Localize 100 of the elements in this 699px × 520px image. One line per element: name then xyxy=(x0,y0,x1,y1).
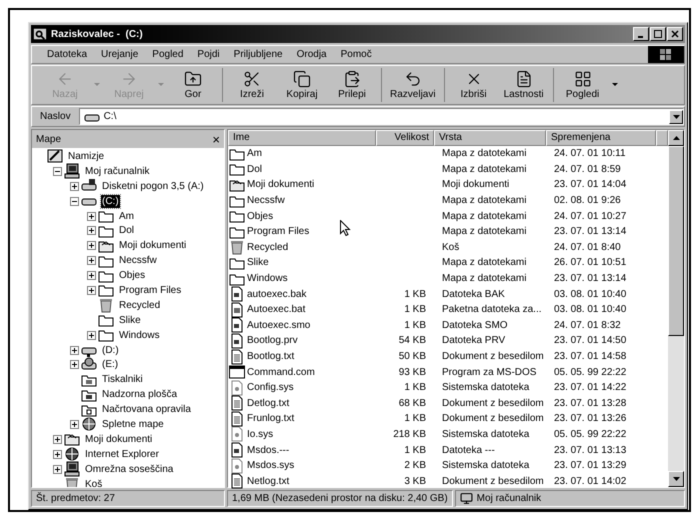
scrollbar[interactable] xyxy=(668,130,684,487)
tree-item[interactable]: (E:) xyxy=(101,358,120,372)
file-name[interactable]: Program Files xyxy=(247,225,310,238)
close-button[interactable] xyxy=(667,27,683,41)
tree-item[interactable]: (D:) xyxy=(101,344,120,357)
table-cell: Mapa z datotekami xyxy=(442,164,526,175)
expand-box[interactable] xyxy=(87,241,96,250)
menu-item[interactable]: Pojdi xyxy=(190,48,227,61)
menu-item[interactable]: Urejanje xyxy=(94,48,146,61)
tree-item[interactable]: Dol xyxy=(118,224,136,238)
maximize-button[interactable] xyxy=(650,27,666,41)
tree-item[interactable]: Recycled xyxy=(118,298,162,312)
scroll-thumb[interactable] xyxy=(668,146,684,336)
column-header[interactable]: Vrsta xyxy=(434,130,546,146)
table-cell: 23. 07. 01 14:02 xyxy=(554,476,626,487)
table-cell: 03. 08. 01 10:40 xyxy=(554,288,626,300)
address-field[interactable]: C:\ xyxy=(78,108,684,125)
collapse-box[interactable] xyxy=(53,166,62,176)
file-name[interactable]: Io.sys xyxy=(247,428,274,441)
file-name[interactable]: Slike xyxy=(247,256,269,270)
menu-item[interactable]: Datoteka xyxy=(40,48,94,61)
close-button[interactable]: × xyxy=(212,132,220,146)
tree-item[interactable]: Am xyxy=(118,210,135,222)
menu-item[interactable]: Pomoč xyxy=(334,48,379,61)
column-header[interactable]: Velikost xyxy=(376,130,434,146)
file-name[interactable]: Am xyxy=(247,147,262,160)
expand-box[interactable] xyxy=(53,450,62,459)
toolbar-button[interactable]: Gor xyxy=(168,70,218,100)
expand-box[interactable] xyxy=(53,464,62,474)
file-name[interactable]: Necssfw xyxy=(247,194,285,208)
table-cell: 54 KB xyxy=(398,335,426,346)
tree-item[interactable]: Program Files xyxy=(118,284,182,297)
expand-box[interactable] xyxy=(70,360,79,370)
toolbar-button[interactable]: Prilepi xyxy=(327,70,377,100)
toolbar-button[interactable]: Izbriši xyxy=(448,70,499,100)
file-name[interactable]: Autoexec.bat xyxy=(247,303,306,316)
file-name[interactable]: Bootlog.txt xyxy=(247,350,294,364)
expand-box[interactable] xyxy=(87,330,96,340)
file-name[interactable]: autoexec.bak xyxy=(247,288,306,301)
file-name[interactable]: Objes xyxy=(247,210,274,223)
file-name[interactable]: Recycled xyxy=(247,240,288,254)
file-name[interactable]: Frunlog.txt xyxy=(247,412,294,426)
menu-item[interactable]: Priljubljene xyxy=(226,48,290,61)
file-name[interactable]: Autoexec.smo xyxy=(247,318,310,332)
file-name[interactable]: Bootlog.prv xyxy=(247,334,298,348)
file-name[interactable]: Dol xyxy=(247,162,262,176)
file-name[interactable]: Msdos.--- xyxy=(247,444,290,457)
tree-item[interactable]: Internet Explorer xyxy=(84,448,160,461)
table-cell: Sistemska datoteka xyxy=(442,428,530,440)
toolbar-button[interactable]: Razveljavi xyxy=(386,70,440,100)
dropdown-button[interactable] xyxy=(669,110,683,124)
expand-box[interactable] xyxy=(53,434,62,444)
dropdown-caret-icon[interactable] xyxy=(612,83,618,87)
clipboard-icon xyxy=(343,70,361,88)
column-header[interactable]: Spremenjena xyxy=(546,130,656,146)
tree-item[interactable]: Moji dokumenti xyxy=(118,239,188,252)
expand-box[interactable] xyxy=(87,271,96,280)
menu-item[interactable]: Orodja xyxy=(290,48,334,61)
file-name[interactable]: Command.com xyxy=(247,366,315,379)
expand-box[interactable] xyxy=(87,212,96,220)
expand-box[interactable] xyxy=(70,346,79,355)
table-cell: Mapa z datotekami xyxy=(442,195,526,206)
table-cell: 24. 07. 01 10:27 xyxy=(554,210,626,222)
toolbar-button[interactable]: Kopiraj xyxy=(277,70,327,100)
tree-item[interactable]: Moj računalnik xyxy=(84,164,150,178)
expand-box[interactable] xyxy=(87,256,96,266)
collapse-box[interactable] xyxy=(70,196,79,206)
tree-item[interactable]: Necssfw xyxy=(118,254,158,268)
table-cell: 23. 07. 01 13:13 xyxy=(554,444,626,456)
column-header[interactable]: Ime xyxy=(228,130,376,146)
file-name[interactable]: Moji dokumenti xyxy=(247,178,314,192)
tree-item[interactable]: (C:) xyxy=(101,194,120,208)
tree-item[interactable]: Nadzorna plošča xyxy=(101,388,178,402)
tree-item[interactable]: Omrežna soseščina xyxy=(84,462,174,476)
toolbar-button[interactable]: Lastnosti xyxy=(498,70,549,100)
expand-box[interactable] xyxy=(70,420,79,429)
expand-box[interactable] xyxy=(87,286,96,295)
expand-box[interactable] xyxy=(70,182,79,191)
tree-item[interactable]: Slike xyxy=(118,314,142,327)
tree-item[interactable]: Načrtovana opravila xyxy=(101,403,192,416)
table-cell: 23. 07. 01 14:50 xyxy=(554,335,626,346)
menu-item[interactable]: Pogled xyxy=(145,48,190,61)
file-name[interactable]: Msdos.sys xyxy=(247,459,294,472)
properties-icon xyxy=(514,70,533,88)
tree-item[interactable]: Disketni pogon 3,5 (A:) xyxy=(101,180,205,193)
tree-item[interactable]: Koš xyxy=(84,478,104,487)
tree-item[interactable]: Moji dokumenti xyxy=(84,432,154,446)
minimize-button[interactable] xyxy=(633,27,649,41)
tree-item[interactable]: Namizje xyxy=(67,150,106,163)
expand-box[interactable] xyxy=(87,226,96,236)
tree-item[interactable]: Objes xyxy=(118,269,146,282)
toolbar-button[interactable]: Pogledi xyxy=(558,70,608,100)
file-name[interactable]: Detlog.txt xyxy=(247,396,290,410)
tree-item[interactable]: Tiskalniki xyxy=(101,373,144,386)
file-name[interactable]: Netlog.txt xyxy=(247,474,290,488)
toolbar-button[interactable]: Izreži xyxy=(227,70,277,100)
tree-item[interactable]: Spletne mape xyxy=(101,418,165,431)
file-name[interactable]: Windows xyxy=(247,272,288,286)
tree-item[interactable]: Windows xyxy=(118,328,161,342)
file-name[interactable]: Config.sys xyxy=(247,381,294,394)
